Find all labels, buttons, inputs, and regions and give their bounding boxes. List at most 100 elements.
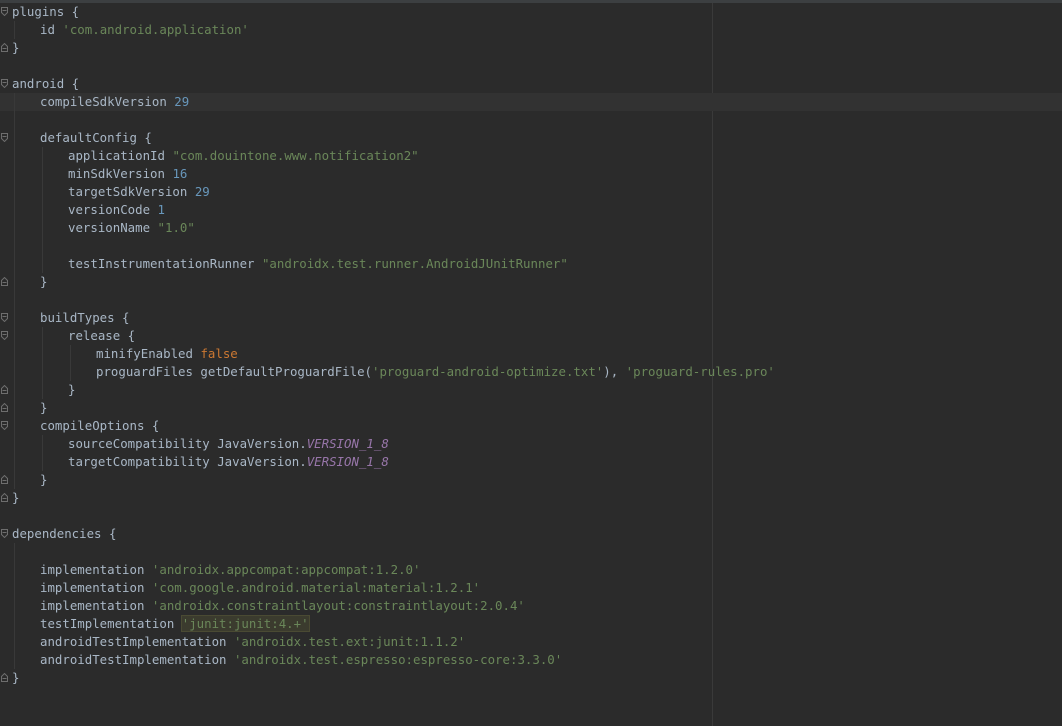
code-line[interactable]: minifyEnabled false	[12, 345, 1062, 363]
code-token: false	[200, 346, 238, 361]
code-line[interactable]: android {	[12, 75, 1062, 93]
fold-open-icon[interactable]	[1, 133, 8, 142]
code-token: implementation	[40, 562, 152, 577]
code-token: VERSION_1_8	[306, 436, 389, 451]
code-line[interactable]: sourceCompatibility JavaVersion.VERSION_…	[12, 435, 1062, 453]
code-line[interactable]	[12, 237, 1062, 255]
code-line[interactable]	[12, 543, 1062, 561]
indent-guide	[14, 219, 15, 237]
code-line[interactable]	[12, 57, 1062, 75]
code-line[interactable]: }	[12, 399, 1062, 417]
fold-open-icon[interactable]	[1, 421, 8, 430]
fold-close-icon[interactable]	[1, 277, 8, 286]
code-line[interactable]: testInstrumentationRunner "androidx.test…	[12, 255, 1062, 273]
code-line[interactable]: versionCode 1	[12, 201, 1062, 219]
code-token: minSdkVersion	[68, 166, 173, 181]
indent-guide	[14, 579, 15, 597]
code-line[interactable]: plugins {	[12, 3, 1062, 21]
fold-close-icon[interactable]	[1, 475, 8, 484]
indent-guide	[42, 381, 43, 399]
code-line[interactable]: }	[12, 39, 1062, 57]
code-line[interactable]: targetCompatibility JavaVersion.VERSION_…	[12, 453, 1062, 471]
code-line[interactable]: }	[12, 669, 1062, 687]
fold-open-icon[interactable]	[1, 313, 8, 322]
indent-guide	[14, 201, 15, 219]
code-token: compileOptions {	[40, 418, 160, 433]
indent-guide	[14, 597, 15, 615]
indent-guide	[14, 21, 15, 39]
code-token: versionName	[68, 220, 158, 235]
indent-guide	[42, 219, 43, 237]
indent-guide	[14, 309, 15, 327]
fold-open-icon[interactable]	[1, 331, 8, 340]
indent-guide	[14, 255, 15, 273]
code-line[interactable]: compileOptions {	[12, 417, 1062, 435]
code-token: androidTestImplementation	[40, 652, 234, 667]
code-line[interactable]: minSdkVersion 16	[12, 165, 1062, 183]
code-line[interactable]: implementation 'androidx.appcompat:appco…	[12, 561, 1062, 579]
code-editor[interactable]: plugins {id 'com.android.application'} an…	[0, 0, 1062, 726]
code-token: sourceCompatibility JavaVersion.	[68, 436, 307, 451]
code-token: buildTypes {	[40, 310, 130, 325]
fold-close-icon[interactable]	[1, 673, 8, 682]
code-line[interactable]: }	[12, 273, 1062, 291]
code-token: }	[40, 400, 48, 415]
code-line[interactable]: }	[12, 471, 1062, 489]
code-token: release {	[68, 328, 136, 343]
code-line[interactable]: androidTestImplementation 'androidx.test…	[12, 633, 1062, 651]
code-line[interactable]: defaultConfig {	[12, 129, 1062, 147]
code-line[interactable]	[12, 507, 1062, 525]
code-token: testImplementation	[40, 616, 182, 631]
indent-guide	[42, 363, 43, 381]
code-line[interactable]: buildTypes {	[12, 309, 1062, 327]
indent-guide	[42, 453, 43, 471]
code-line[interactable]	[12, 111, 1062, 129]
code-token: applicationId	[68, 148, 173, 163]
indent-guide	[14, 381, 15, 399]
fold-gutter	[0, 3, 8, 726]
fold-open-icon[interactable]	[1, 529, 8, 538]
indent-guide	[14, 111, 15, 129]
indent-guide	[14, 93, 15, 111]
code-line[interactable]: targetSdkVersion 29	[12, 183, 1062, 201]
code-line[interactable]	[12, 291, 1062, 309]
code-line[interactable]: testImplementation 'junit:junit:4.+'	[12, 615, 1062, 633]
fold-close-icon[interactable]	[1, 403, 8, 412]
indent-guide	[14, 471, 15, 489]
code-token: }	[40, 274, 48, 289]
code-line[interactable]: implementation 'com.google.android.mater…	[12, 579, 1062, 597]
indent-guide	[14, 147, 15, 165]
code-line[interactable]: androidTestImplementation 'androidx.test…	[12, 651, 1062, 669]
code-line[interactable]: dependencies {	[12, 525, 1062, 543]
indent-guide	[14, 345, 15, 363]
code-line[interactable]: applicationId "com.douintone.www.notific…	[12, 147, 1062, 165]
indent-guide	[14, 543, 15, 561]
code-line[interactable]: compileSdkVersion 29	[0, 93, 1062, 111]
code-token: 29	[174, 94, 190, 109]
fold-open-icon[interactable]	[1, 7, 8, 16]
code-token: versionCode	[68, 202, 158, 217]
code-line[interactable]: implementation 'androidx.constraintlayou…	[12, 597, 1062, 615]
indent-guide	[42, 435, 43, 453]
code-token: }	[68, 382, 76, 397]
code-line[interactable]: release {	[12, 327, 1062, 345]
code-token: testInstrumentationRunner	[68, 256, 262, 271]
fold-close-icon[interactable]	[1, 493, 8, 502]
indent-guide	[14, 291, 15, 309]
code-token: "com.douintone.www.notification2"	[172, 148, 419, 163]
fold-close-icon[interactable]	[1, 385, 8, 394]
fold-close-icon[interactable]	[1, 43, 8, 52]
code-token: plugins {	[12, 4, 80, 19]
code-token: implementation	[40, 598, 152, 613]
code-token: 'androidx.test.ext:junit:1.1.2'	[233, 634, 466, 649]
fold-open-icon[interactable]	[1, 79, 8, 88]
indent-guide	[14, 615, 15, 633]
code-line[interactable]: proguardFiles getDefaultProguardFile('pr…	[12, 363, 1062, 381]
code-line[interactable]: versionName "1.0"	[12, 219, 1062, 237]
code-token: 'proguard-android-optimize.txt'	[372, 364, 604, 379]
code-area[interactable]: plugins {id 'com.android.application'} an…	[0, 3, 1062, 687]
code-line[interactable]: id 'com.android.application'	[12, 21, 1062, 39]
indent-guide	[14, 633, 15, 651]
code-line[interactable]: }	[12, 489, 1062, 507]
code-line[interactable]: }	[12, 381, 1062, 399]
